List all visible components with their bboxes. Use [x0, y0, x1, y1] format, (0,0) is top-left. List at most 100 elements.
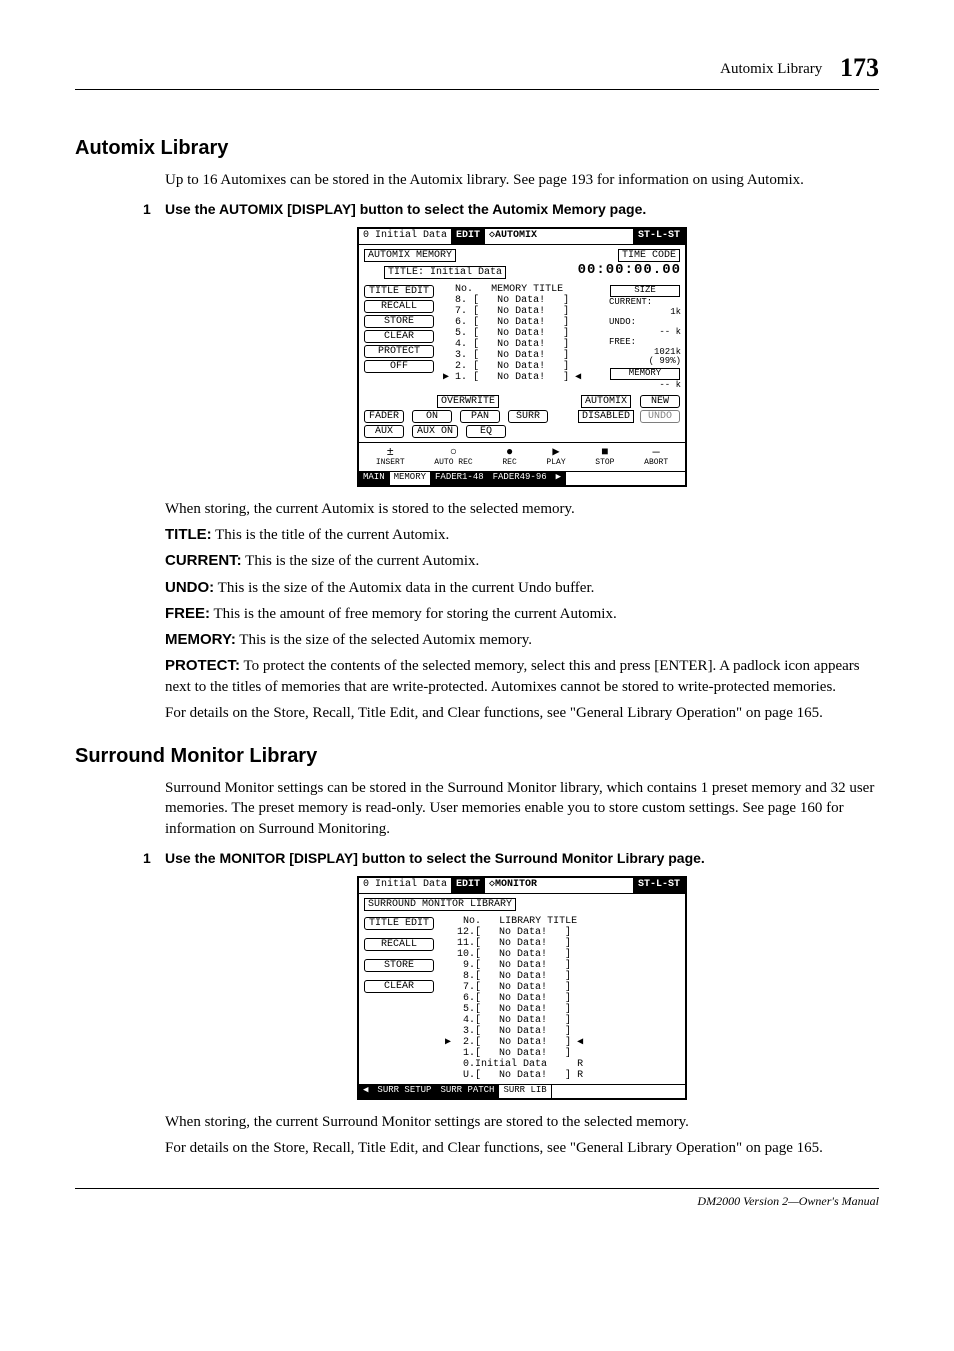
tab-memory[interactable]: MEMORY	[390, 472, 431, 485]
list-item[interactable]: 0.Initial Data R	[445, 1059, 675, 1070]
page-number: 173	[840, 53, 879, 82]
step-number: 1	[143, 849, 165, 868]
abort-button[interactable]: —ABORT	[644, 446, 668, 468]
auxon-button[interactable]: AUX ON	[412, 425, 458, 438]
scr-title-left: 0 Initial Data	[359, 878, 452, 893]
clear-button[interactable]: CLEAR	[364, 980, 434, 993]
def-title: TITLE: This is the title of the current …	[165, 525, 879, 545]
store-button[interactable]: STORE	[364, 315, 434, 328]
recall-button[interactable]: RECALL	[364, 300, 434, 313]
off-button[interactable]: OFF	[364, 360, 434, 373]
timecode-value: 00:00:00.00	[578, 263, 681, 278]
list-item[interactable]: 7. [ No Data! ]	[443, 306, 601, 317]
automix-figure: 0 Initial Data EDIT ◇AUTOMIX ST-L-ST AUT…	[165, 227, 879, 487]
tab-main[interactable]: MAIN	[359, 472, 390, 485]
title-edit-button[interactable]: TITLE EDIT	[364, 285, 434, 298]
list-item[interactable]: 6.[ No Data! ]	[445, 993, 675, 1004]
list-item[interactable]: 8.[ No Data! ]	[445, 971, 675, 982]
list-item[interactable]: 5.[ No Data! ]	[445, 1004, 675, 1015]
list-item[interactable]: ▶ 1. [ No Data! ] ◀	[443, 372, 601, 383]
automix-sub-label: AUTOMIX	[581, 395, 631, 408]
rec-button[interactable]: ●REC	[502, 446, 516, 468]
section2-intro: Surround Monitor settings can be stored …	[165, 778, 879, 839]
step-text: Use the AUTOMIX [DISPLAY] button to sele…	[165, 200, 879, 219]
list-item[interactable]: 8. [ No Data! ]	[443, 295, 601, 306]
section1-heading: Automix Library	[75, 135, 879, 162]
section1-afterfig: When storing, the current Automix is sto…	[165, 499, 879, 519]
stop-button[interactable]: ■STOP	[595, 446, 614, 468]
step-text: Use the MONITOR [DISPLAY] button to sele…	[165, 849, 879, 868]
size-panel: SIZE CURRENT: 1k UNDO: -- k FREE: 1021k …	[609, 284, 681, 391]
insert-button[interactable]: ±INSERT	[376, 446, 405, 468]
list-item[interactable]: 6. [ No Data! ]	[443, 317, 601, 328]
on-button[interactable]: ON	[412, 410, 452, 423]
header-section-label: Automix Library	[720, 61, 822, 77]
disabled-label: DISABLED	[578, 410, 634, 423]
tab-surr-patch[interactable]: SURR PATCH	[436, 1085, 499, 1098]
clear-button[interactable]: CLEAR	[364, 330, 434, 343]
tab-fader49-96[interactable]: FADER49-96	[489, 472, 552, 485]
list-item[interactable]: 5. [ No Data! ]	[443, 328, 601, 339]
scr-title-mid: ◇AUTOMIX	[485, 229, 634, 244]
fader-button[interactable]: FADER	[364, 410, 404, 423]
monitor-screen: 0 Initial Data EDIT ◇MONITOR ST-L-ST SUR…	[357, 876, 687, 1100]
list-item[interactable]: U.[ No Data! ] R	[445, 1070, 675, 1081]
section1-step: 1 Use the AUTOMIX [DISPLAY] button to se…	[75, 200, 879, 219]
eq-button[interactable]: EQ	[466, 425, 506, 438]
def-undo: UNDO: This is the size of the Automix da…	[165, 578, 879, 598]
title-field: TITLE: Initial Data	[384, 266, 506, 279]
tab-surr-lib[interactable]: SURR LIB	[499, 1085, 551, 1098]
tabs-row: ◀ SURR SETUP SURR PATCH SURR LIB	[359, 1084, 685, 1098]
section2-closing: For details on the Store, Recall, Title …	[165, 1138, 879, 1158]
list-item[interactable]: 4.[ No Data! ]	[445, 1015, 675, 1026]
list-item[interactable]: 2. [ No Data! ]	[443, 361, 601, 372]
aux-button[interactable]: AUX	[364, 425, 404, 438]
list-item[interactable]: 3.[ No Data! ]	[445, 1026, 675, 1037]
section1-closing: For details on the Store, Recall, Title …	[165, 703, 879, 723]
list-item[interactable]: 10.[ No Data! ]	[445, 949, 675, 960]
tabs-row: MAIN MEMORY FADER1-48 FADER49-96 ▶	[359, 471, 685, 485]
automix-memory-label: AUTOMIX MEMORY	[364, 249, 456, 262]
scr-title-mid: ◇MONITOR	[485, 878, 634, 893]
list-item[interactable]: ▶ 2.[ No Data! ] ◀	[445, 1037, 675, 1048]
list-item[interactable]: 9.[ No Data! ]	[445, 960, 675, 971]
overwrite-label: OVERWRITE	[437, 395, 499, 408]
page-header: Automix Library 173	[75, 50, 879, 90]
list-item[interactable]: 7.[ No Data! ]	[445, 982, 675, 993]
surr-button[interactable]: SURR	[508, 410, 548, 423]
list-item[interactable]: 4. [ No Data! ]	[443, 339, 601, 350]
protect-button[interactable]: PROTECT	[364, 345, 434, 358]
memory-list: No. MEMORY TITLE 8. [ No Data! ] 7. [ No…	[439, 284, 605, 383]
list-item[interactable]: 1.[ No Data! ]	[445, 1048, 675, 1059]
list-item[interactable]: 11.[ No Data! ]	[445, 938, 675, 949]
def-current: CURRENT: This is the size of the current…	[165, 551, 879, 571]
edit-badge: EDIT	[452, 229, 485, 244]
automix-screen: 0 Initial Data EDIT ◇AUTOMIX ST-L-ST AUT…	[357, 227, 687, 487]
undo-button[interactable]: UNDO	[640, 410, 680, 423]
tab-prev-icon[interactable]: ◀	[359, 1085, 373, 1098]
side-buttons: TITLE EDIT RECALL STORE CLEAR	[363, 916, 435, 994]
pan-button[interactable]: PAN	[460, 410, 500, 423]
transport-bar: ±INSERT ○AUTO REC ●REC ▶PLAY ■STOP —ABOR…	[359, 442, 685, 471]
list-item[interactable]: 3. [ No Data! ]	[443, 350, 601, 361]
def-protect: PROTECT: To protect the contents of the …	[165, 656, 879, 697]
list-item[interactable]: 12.[ No Data! ]	[445, 927, 675, 938]
play-button[interactable]: ▶PLAY	[546, 446, 565, 468]
surr-lib-label: SURROUND MONITOR LIBRARY	[364, 898, 516, 911]
side-buttons: TITLE EDIT RECALL STORE CLEAR PROTECT OF…	[363, 284, 435, 374]
recall-button[interactable]: RECALL	[364, 938, 434, 951]
new-button[interactable]: NEW	[640, 395, 680, 408]
def-memory: MEMORY: This is the size of the selected…	[165, 630, 879, 650]
page-footer: DM2000 Version 2—Owner's Manual	[75, 1188, 879, 1209]
store-button[interactable]: STORE	[364, 959, 434, 972]
tab-more-icon[interactable]: ▶	[552, 472, 566, 485]
tab-fader1-48[interactable]: FADER1-48	[431, 472, 489, 485]
def-free: FREE: This is the amount of free memory …	[165, 604, 879, 624]
autorec-button[interactable]: ○AUTO REC	[434, 446, 472, 468]
scr-title-right: ST-L-ST	[634, 229, 685, 244]
tab-surr-setup[interactable]: SURR SETUP	[373, 1085, 436, 1098]
title-edit-button[interactable]: TITLE EDIT	[364, 917, 434, 930]
section2-step: 1 Use the MONITOR [DISPLAY] button to se…	[75, 849, 879, 868]
section2-afterfig: When storing, the current Surround Monit…	[165, 1112, 879, 1132]
scr-title-left: 0 Initial Data	[359, 229, 452, 244]
